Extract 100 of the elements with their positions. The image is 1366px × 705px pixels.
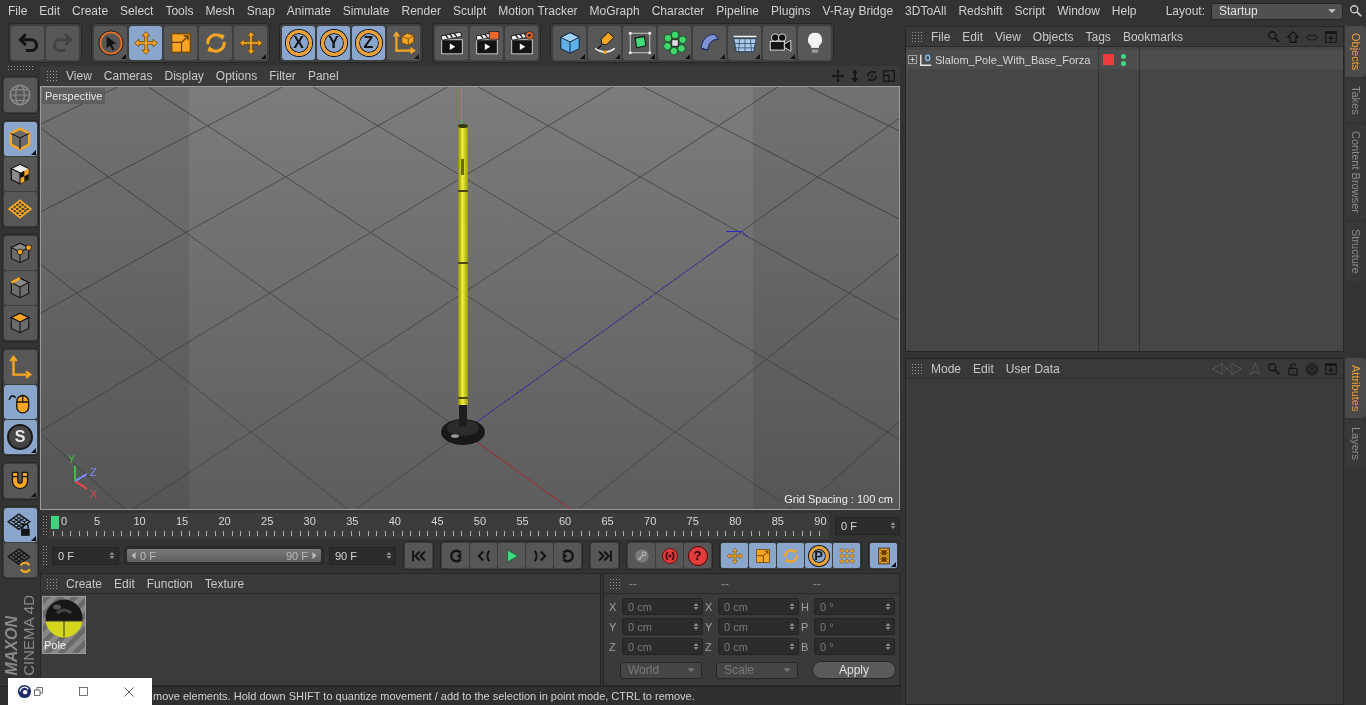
deformer-button[interactable] [693, 26, 726, 60]
menu-item[interactable]: Edit [108, 576, 141, 591]
select-tool-button[interactable] [94, 26, 127, 60]
panel-tab[interactable]: Layers [1345, 420, 1366, 468]
panel-tab[interactable]: Objects [1345, 26, 1366, 78]
polygons-mode-button[interactable] [3, 306, 37, 340]
menu-item[interactable]: Window [1051, 3, 1106, 19]
panel-tab[interactable]: Takes [1345, 79, 1366, 123]
menu-item[interactable]: Tools [159, 3, 200, 19]
edges-mode-button[interactable] [3, 271, 37, 305]
color-swatch-icon[interactable] [1103, 54, 1114, 65]
menu-item[interactable]: Bookmarks [1116, 29, 1189, 44]
maximize-icon[interactable] [78, 686, 89, 697]
playhead-marker[interactable] [51, 515, 59, 529]
pen-button[interactable] [588, 26, 621, 60]
menu-item[interactable]: Mode [925, 361, 968, 376]
cloner-button[interactable] [658, 26, 691, 60]
previous-key-button[interactable] [442, 543, 469, 568]
points-mode-button[interactable] [3, 236, 37, 270]
menu-item[interactable]: Create [66, 3, 115, 19]
axis-mode-button[interactable] [3, 350, 37, 384]
expand-plus-icon[interactable] [908, 55, 917, 64]
autokeying-button[interactable] [656, 543, 683, 568]
planar-workplane-button[interactable] [3, 543, 37, 577]
menu-item[interactable]: Create [60, 576, 109, 591]
menu-item[interactable]: Render [395, 3, 447, 19]
close-icon[interactable] [123, 685, 135, 698]
next-key-button[interactable] [554, 543, 581, 568]
camera-button[interactable] [763, 26, 796, 60]
menu-item[interactable]: Sculpt [446, 3, 493, 19]
menu-item[interactable]: Options [209, 69, 264, 83]
workplane-mode-button[interactable] [3, 192, 37, 226]
menu-item[interactable]: Panel [301, 69, 345, 83]
menu-item[interactable]: Objects [1026, 29, 1080, 44]
move-tool-button[interactable] [129, 26, 162, 60]
panel-tab[interactable]: Structure [1345, 222, 1366, 281]
floor-button[interactable] [728, 26, 761, 60]
key-selection-button[interactable]: ? [684, 543, 711, 568]
menu-item[interactable]: Character [645, 3, 711, 19]
search-icon[interactable] [1349, 4, 1363, 18]
menu-item[interactable]: Texture [198, 576, 251, 591]
render-view-button[interactable] [435, 26, 468, 60]
menu-item[interactable]: 3DToAll [899, 3, 953, 19]
tweak-mode-button[interactable] [3, 385, 37, 419]
scale-tool-button[interactable] [164, 26, 197, 60]
menu-item[interactable]: Edit [967, 361, 1000, 376]
undo-button[interactable] [11, 26, 44, 60]
solo-button[interactable]: S [3, 420, 37, 454]
previous-frame-button[interactable] [470, 543, 497, 568]
transform-tool-button[interactable] [234, 26, 267, 60]
menu-item[interactable]: Edit [33, 3, 67, 19]
visibility-dot-icon[interactable] [1121, 60, 1126, 66]
visibility-dot-icon[interactable] [1121, 53, 1126, 59]
menu-item[interactable]: Mesh [199, 3, 241, 19]
panel-tab[interactable]: Attributes [1345, 358, 1366, 419]
menu-item[interactable]: Select [114, 3, 160, 19]
menu-item[interactable]: Cameras [97, 69, 159, 83]
menu-item[interactable]: Script [1008, 3, 1052, 19]
record-keys-button[interactable] [628, 543, 655, 568]
object-row[interactable]: Slalom_Pole_With_Base_Forza [906, 50, 1343, 69]
timeline-ruler[interactable]: 0 5 10 15 20 25 30 35 40 45 50 55 60 65 70 75 80 85 90 [49, 512, 829, 539]
menu-item[interactable]: View [989, 29, 1027, 44]
lock-workplane-button[interactable] [3, 508, 37, 542]
z-axis-button[interactable]: Z [352, 26, 385, 60]
menu-item[interactable]: Plugins [765, 3, 817, 19]
menu-item[interactable]: Function [140, 576, 199, 591]
y-axis-button[interactable]: Y [317, 26, 350, 60]
menu-item[interactable]: Redshift [952, 3, 1009, 19]
menu-item[interactable]: Filter [263, 69, 302, 83]
next-frame-button[interactable] [526, 543, 553, 568]
key-parameter-button[interactable]: P [805, 543, 832, 568]
key-scale-button[interactable] [749, 543, 776, 568]
subdivision-button[interactable] [623, 26, 656, 60]
current-frame-field[interactable]: 0 F [835, 516, 900, 535]
start-frame-field[interactable]: 0 F [52, 546, 119, 565]
rotate-tool-button[interactable] [199, 26, 232, 60]
render-settings-button[interactable] [505, 26, 538, 60]
model-mode-button[interactable] [3, 122, 37, 156]
menu-item[interactable]: Help [1105, 3, 1143, 19]
x-axis-button[interactable]: X [282, 26, 315, 60]
menu-item[interactable]: File [2, 3, 34, 19]
restore-icon[interactable] [33, 685, 45, 698]
menu-item[interactable]: Tags [1079, 29, 1117, 44]
menu-item[interactable]: Snap [240, 3, 281, 19]
light-button[interactable] [798, 26, 831, 60]
menu-item[interactable]: Display [158, 69, 210, 83]
menu-item[interactable]: Motion Tracker [492, 3, 584, 19]
menu-item[interactable]: View [60, 69, 98, 83]
menu-item[interactable]: Animate [280, 3, 337, 19]
end-frame-field[interactable]: 90 F [329, 546, 396, 565]
coordinate-system-button[interactable] [387, 26, 420, 60]
menu-item[interactable]: Simulate [336, 3, 396, 19]
render-picture-button[interactable] [470, 26, 503, 60]
layout-dropdown[interactable]: Startup [1211, 2, 1343, 20]
menu-item[interactable]: Pipeline [710, 3, 766, 19]
object-name[interactable]: Slalom_Pole_With_Base_Forza [935, 53, 1091, 66]
menu-item[interactable]: User Data [999, 361, 1066, 376]
menu-item[interactable]: V-Ray Bridge [816, 3, 900, 19]
texture-mode-button[interactable] [3, 157, 37, 191]
menu-item[interactable]: MoGraph [583, 3, 646, 19]
